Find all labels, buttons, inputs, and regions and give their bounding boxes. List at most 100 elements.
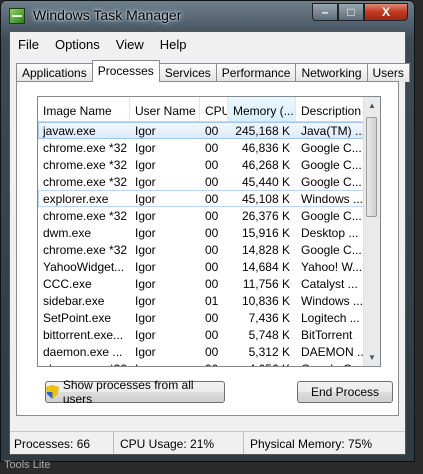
end-process-button[interactable]: End Process (297, 381, 393, 403)
vertical-scrollbar[interactable]: ▲ ▼ (363, 97, 380, 366)
process-cpu: 00 (200, 360, 228, 366)
process-list[interactable]: Image Name User Name CPU Memory (... Des… (37, 96, 381, 367)
process-memory: 5,312 K (248, 345, 290, 359)
process-user-name: Igor (135, 192, 156, 206)
process-cpu: 00 (205, 124, 219, 138)
process-image-name: daemon.exe ... (43, 345, 123, 359)
process-user-name: Igor (135, 158, 156, 172)
scroll-down-arrow-icon[interactable]: ▼ (364, 349, 380, 366)
process-user-name: Igor (135, 277, 156, 291)
process-description: Google C... (301, 158, 362, 172)
process-description: Google C... (301, 243, 362, 257)
process-image-name: CCC.exe (43, 277, 92, 291)
process-user-name: Igor (135, 243, 156, 257)
task-manager-icon (9, 8, 25, 24)
show-all-processes-button[interactable]: Show processes from all users (45, 378, 225, 406)
tab-networking[interactable]: Networking (295, 63, 368, 82)
process-user-name: Igor (135, 226, 156, 240)
column-memory[interactable]: Memory (... (228, 97, 296, 121)
tab-services[interactable]: Services (158, 63, 217, 82)
process-description: BitTorrent (301, 328, 353, 342)
tab-users[interactable]: Users (366, 63, 410, 82)
process-memory: 4,056 K (228, 360, 296, 366)
process-row[interactable]: YahooWidget... Igor 00 14,684 K Yahoo! W... (38, 258, 368, 275)
process-row[interactable]: bittorrent.exe... Igor 00 5,748 K BitTorrent (38, 326, 368, 343)
process-description: Desktop ... (301, 226, 359, 240)
process-row[interactable]: chrome.exe *32 Igor 00 26,376 K Google C... (38, 207, 368, 224)
process-user-name: Igor (135, 209, 156, 223)
process-row[interactable]: chrome.exe *32 Igor 00 46,836 K Google C... (38, 139, 368, 156)
maximize-button[interactable]: □ (338, 3, 364, 21)
process-cpu: 00 (205, 158, 219, 172)
process-row[interactable]: chrome.exe *32Igor004,056 KGoogle C... (38, 360, 368, 366)
process-user-name: Igor (135, 311, 156, 325)
process-row[interactable]: chrome.exe *32 Igor 00 46,268 K Google C... (38, 156, 368, 173)
process-row[interactable]: javaw.exe Igor 00 245,168 K Java(TM) ... (38, 122, 368, 139)
process-user-name: Igor (130, 360, 200, 366)
process-user-name: Igor (135, 141, 156, 155)
process-image-name: explorer.exe (43, 192, 109, 206)
menu-options[interactable]: Options (47, 34, 108, 54)
process-description: Logitech ... (301, 311, 360, 325)
status-cpu-usage: CPU Usage: 21% (114, 432, 244, 454)
menu-bar: File Options View Help (10, 34, 194, 54)
process-image-name: chrome.exe *32 (43, 141, 128, 155)
process-memory: 45,108 K (241, 192, 290, 206)
process-user-name: Igor (135, 124, 156, 138)
scroll-thumb[interactable] (366, 117, 377, 217)
process-cpu: 01 (205, 294, 219, 308)
list-header: Image Name User Name CPU Memory (... Des… (38, 97, 368, 122)
process-image-name: bittorrent.exe... (43, 328, 124, 342)
process-row[interactable]: chrome.exe *32 Igor 00 45,440 K Google C... (38, 173, 368, 190)
tab-performance[interactable]: Performance (215, 63, 297, 82)
process-memory: 46,268 K (241, 158, 290, 172)
task-manager-window: Windows Task Manager – □ X File Options … (0, 0, 415, 462)
process-row[interactable]: explorer.exe Igor 00 45,108 K Windows ... (38, 190, 368, 207)
close-button[interactable]: X (364, 3, 408, 21)
column-cpu[interactable]: CPU (200, 97, 228, 121)
process-cpu: 00 (205, 311, 219, 325)
process-memory: 245,168 K (235, 124, 290, 138)
process-user-name: Igor (135, 328, 156, 342)
uac-shield-icon (46, 385, 59, 399)
process-memory: 10,836 K (241, 294, 290, 308)
process-row[interactable]: CCC.exe Igor 00 11,756 K Catalyst ... (38, 275, 368, 292)
menu-file[interactable]: File (10, 34, 47, 54)
status-physical-memory: Physical Memory: 75% (250, 437, 373, 451)
tab-processes[interactable]: Processes (91, 60, 160, 82)
column-description[interactable]: Description (296, 97, 368, 121)
process-row[interactable]: chrome.exe *32 Igor 00 14,828 K Google C... (38, 241, 368, 258)
process-image-name: chrome.exe *32 (43, 158, 128, 172)
process-image-name: chrome.exe *32 (38, 360, 130, 366)
tab-strip: Applications Processes Services Performa… (16, 60, 410, 82)
client-area: File Options View Help Applications Proc… (9, 31, 410, 455)
process-user-name: Igor (135, 175, 156, 189)
process-row[interactable]: sidebar.exe Igor 01 10,836 K Windows ... (38, 292, 368, 309)
scroll-up-arrow-icon[interactable]: ▲ (364, 97, 380, 114)
process-user-name: Igor (135, 260, 156, 274)
show-all-processes-label: Show processes from all users (62, 378, 194, 406)
status-bar: Processes: 66 CPU Usage: 21% Physical Me… (10, 431, 405, 454)
process-memory: 5,748 K (248, 328, 290, 342)
column-user-name[interactable]: User Name (130, 97, 200, 121)
process-image-name: sidebar.exe (43, 294, 105, 308)
process-cpu: 00 (205, 209, 219, 223)
process-cpu: 00 (205, 141, 219, 155)
menu-view[interactable]: View (108, 34, 152, 54)
process-row[interactable]: dwm.exe Igor 00 15,916 K Desktop ... (38, 224, 368, 241)
process-row[interactable]: SetPoint.exe Igor 00 7,436 K Logitech ... (38, 309, 368, 326)
process-memory: 15,916 K (241, 226, 290, 240)
process-image-name: javaw.exe (43, 124, 96, 138)
process-memory: 11,756 K (242, 277, 290, 291)
process-user-name: Igor (135, 345, 156, 359)
process-memory: 45,440 K (241, 175, 290, 189)
column-image-name[interactable]: Image Name (38, 97, 130, 121)
tab-applications[interactable]: Applications (16, 63, 93, 82)
menu-help[interactable]: Help (152, 34, 195, 54)
process-image-name: chrome.exe *32 (43, 243, 128, 257)
processes-panel: Image Name User Name CPU Memory (... Des… (16, 81, 399, 416)
process-image-name: YahooWidget... (43, 260, 125, 274)
process-row[interactable]: daemon.exe ... Igor 00 5,312 K DAEMON ... (38, 343, 368, 360)
minimize-button[interactable]: – (312, 3, 338, 21)
process-image-name: chrome.exe *32 (43, 175, 128, 189)
